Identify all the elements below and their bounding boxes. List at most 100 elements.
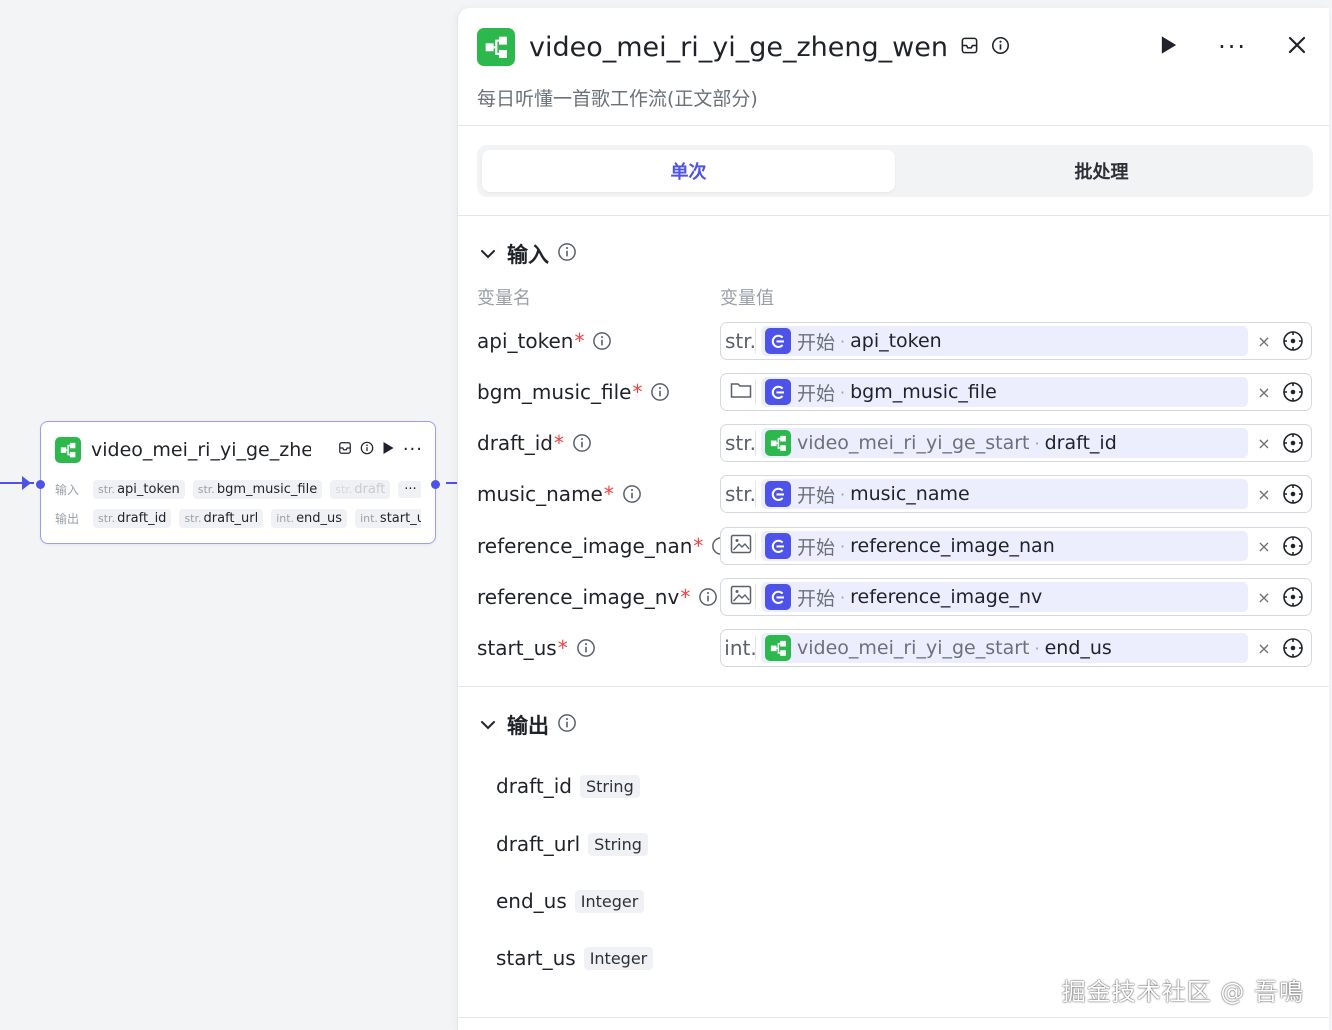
type-label: str. (725, 482, 757, 506)
header-divider (458, 125, 1329, 126)
folder-type-icon (730, 380, 752, 404)
info-icon (991, 36, 1010, 59)
clear-icon[interactable]: × (1254, 332, 1274, 351)
workflow-icon (765, 430, 791, 456)
variable-value-field[interactable]: 开始 · reference_image_nv × (720, 578, 1312, 616)
node-input-label: 输入 (55, 483, 80, 497)
type-tag (726, 533, 756, 559)
outputs-section-header[interactable]: 输出 (477, 710, 577, 740)
variable-picker-icon[interactable] (1280, 430, 1306, 456)
type-label: str. (725, 329, 757, 353)
more-menu-button[interactable]: ··· (1218, 35, 1247, 59)
chevron-down-icon[interactable] (477, 243, 499, 265)
clear-icon[interactable]: × (1254, 383, 1274, 402)
required-mark: * (603, 482, 614, 506)
info-icon (360, 441, 374, 459)
reference-separator: · (1034, 638, 1040, 658)
input-name: music_name * (477, 482, 720, 506)
workflow-icon (477, 28, 515, 66)
reference-separator: · (840, 536, 846, 556)
reference-node-name: video_mei_ri_yi_ge_start (797, 432, 1030, 454)
node-detail-panel: video_mei_ri_yi_ge_zheng_wen ··· 每日听懂一首歌… (457, 8, 1329, 1030)
node-output-port[interactable] (431, 480, 440, 489)
output-type-badge: String (579, 774, 640, 798)
type-tag: str. (725, 430, 757, 456)
workflow-node-card[interactable]: video_mei_ri_yi_ge_zhe··· ··· 输入 str. api… (36, 421, 440, 544)
variable-reference-pill[interactable]: 开始 · music_name (761, 479, 1248, 509)
variable-reference-pill[interactable]: 开始 · reference_image_nv (761, 582, 1248, 612)
reference-node-name: 开始 (797, 382, 836, 405)
info-icon (576, 638, 596, 658)
variable-picker-icon[interactable] (1280, 379, 1306, 405)
variable-picker-icon[interactable] (1280, 635, 1306, 661)
info-icon (572, 433, 592, 453)
variable-picker-icon[interactable] (1280, 328, 1306, 354)
reference-variable-name: reference_image_nan (850, 535, 1055, 557)
chevron-down-icon[interactable] (477, 714, 499, 736)
variable-picker-icon[interactable] (1280, 533, 1306, 559)
input-row: draft_id * str. video_mei_ri_yi_ge_start · dr… (477, 424, 1313, 462)
clear-icon[interactable]: × (1254, 639, 1274, 658)
variable-value-field[interactable]: str. video_mei_ri_yi_ge_start · draft_id × (720, 424, 1312, 462)
output-row: end_us Integer (496, 889, 645, 913)
output-type-badge: String (588, 832, 648, 856)
clear-icon[interactable]: × (1254, 588, 1274, 607)
type-tag (726, 379, 756, 405)
clear-icon[interactable]: × (1254, 537, 1274, 556)
variable-value-field[interactable]: str. 开始 · api_token × (720, 322, 1312, 360)
info-icon (557, 242, 577, 267)
variable-reference-pill[interactable]: video_mei_ri_yi_ge_start · end_us (761, 633, 1248, 663)
output-name: draft_url (496, 832, 581, 856)
variable-reference-pill[interactable]: 开始 · bgm_music_file (761, 377, 1248, 407)
reference-variable-name: api_token (850, 330, 942, 352)
inputs-section-title: 输入 (507, 243, 549, 267)
input-name: bgm_music_file * (477, 380, 720, 404)
node-inputs-row: 输入 str. api_token str. bgm_music_file str.… (55, 480, 421, 499)
reference-variable-name: reference_image_nv (850, 586, 1043, 608)
node-input-port[interactable] (36, 480, 45, 489)
node-output-label: 输出 (55, 512, 80, 526)
input-name: reference_image_nan * (477, 534, 731, 558)
variable-picker-icon[interactable] (1280, 481, 1306, 507)
variable-value-field[interactable]: str. 开始 · music_name × (720, 475, 1312, 513)
inputs-section-header[interactable]: 输入 (477, 239, 577, 269)
variable-value-field[interactable]: 开始 · bgm_music_file × (720, 373, 1312, 411)
variable-value-field[interactable]: int. video_mei_ri_yi_ge_start · end_us × (720, 629, 1312, 667)
node-output-chip: str. draft_id (93, 509, 172, 528)
tab-batch[interactable]: 批处理 (895, 150, 1308, 192)
more-icon[interactable]: ··· (403, 441, 423, 459)
sections-divider (458, 686, 1329, 687)
tab-single[interactable]: 单次 (482, 150, 895, 192)
reference-separator: · (840, 587, 846, 607)
node-input-chip: str. bgm_music_file (192, 480, 323, 499)
required-mark: * (574, 329, 585, 353)
clear-icon[interactable]: × (1254, 434, 1274, 453)
edge-arrow-icon (22, 476, 31, 490)
info-icon (698, 587, 718, 607)
reference-node-name: video_mei_ri_yi_ge_start (797, 637, 1030, 659)
close-icon[interactable] (1287, 35, 1307, 59)
variable-reference-pill[interactable]: 开始 · reference_image_nan (761, 531, 1248, 561)
type-label: str. (725, 431, 757, 455)
output-name: start_us (496, 946, 576, 970)
input-row: bgm_music_file * 开始 · bgm_music_file × (477, 373, 1313, 411)
input-name: draft_id * (477, 431, 720, 455)
input-row: api_token * str. 开始 · api_token × (477, 322, 1313, 360)
variable-reference-pill[interactable]: video_mei_ri_yi_ge_start · draft_id (761, 428, 1248, 458)
run-button[interactable] (1160, 35, 1178, 59)
variable-value-field[interactable]: 开始 · reference_image_nan × (720, 527, 1312, 565)
tabs-divider (458, 215, 1329, 216)
variable-picker-icon[interactable] (1280, 584, 1306, 610)
run-mode-tabs: 单次 批处理 (477, 145, 1313, 197)
run-icon[interactable] (382, 441, 395, 459)
required-mark: * (680, 585, 691, 609)
variable-reference-pill[interactable]: 开始 · api_token (761, 326, 1248, 356)
start-node-icon (765, 533, 791, 559)
input-name: api_token * (477, 329, 720, 353)
workflow-icon (765, 635, 791, 661)
output-row: draft_url String (496, 832, 648, 856)
node-inputs-more-button[interactable]: ··· (398, 481, 421, 498)
output-name: draft_id (496, 774, 572, 798)
clear-icon[interactable]: × (1254, 485, 1274, 504)
image-type-icon (730, 534, 752, 559)
